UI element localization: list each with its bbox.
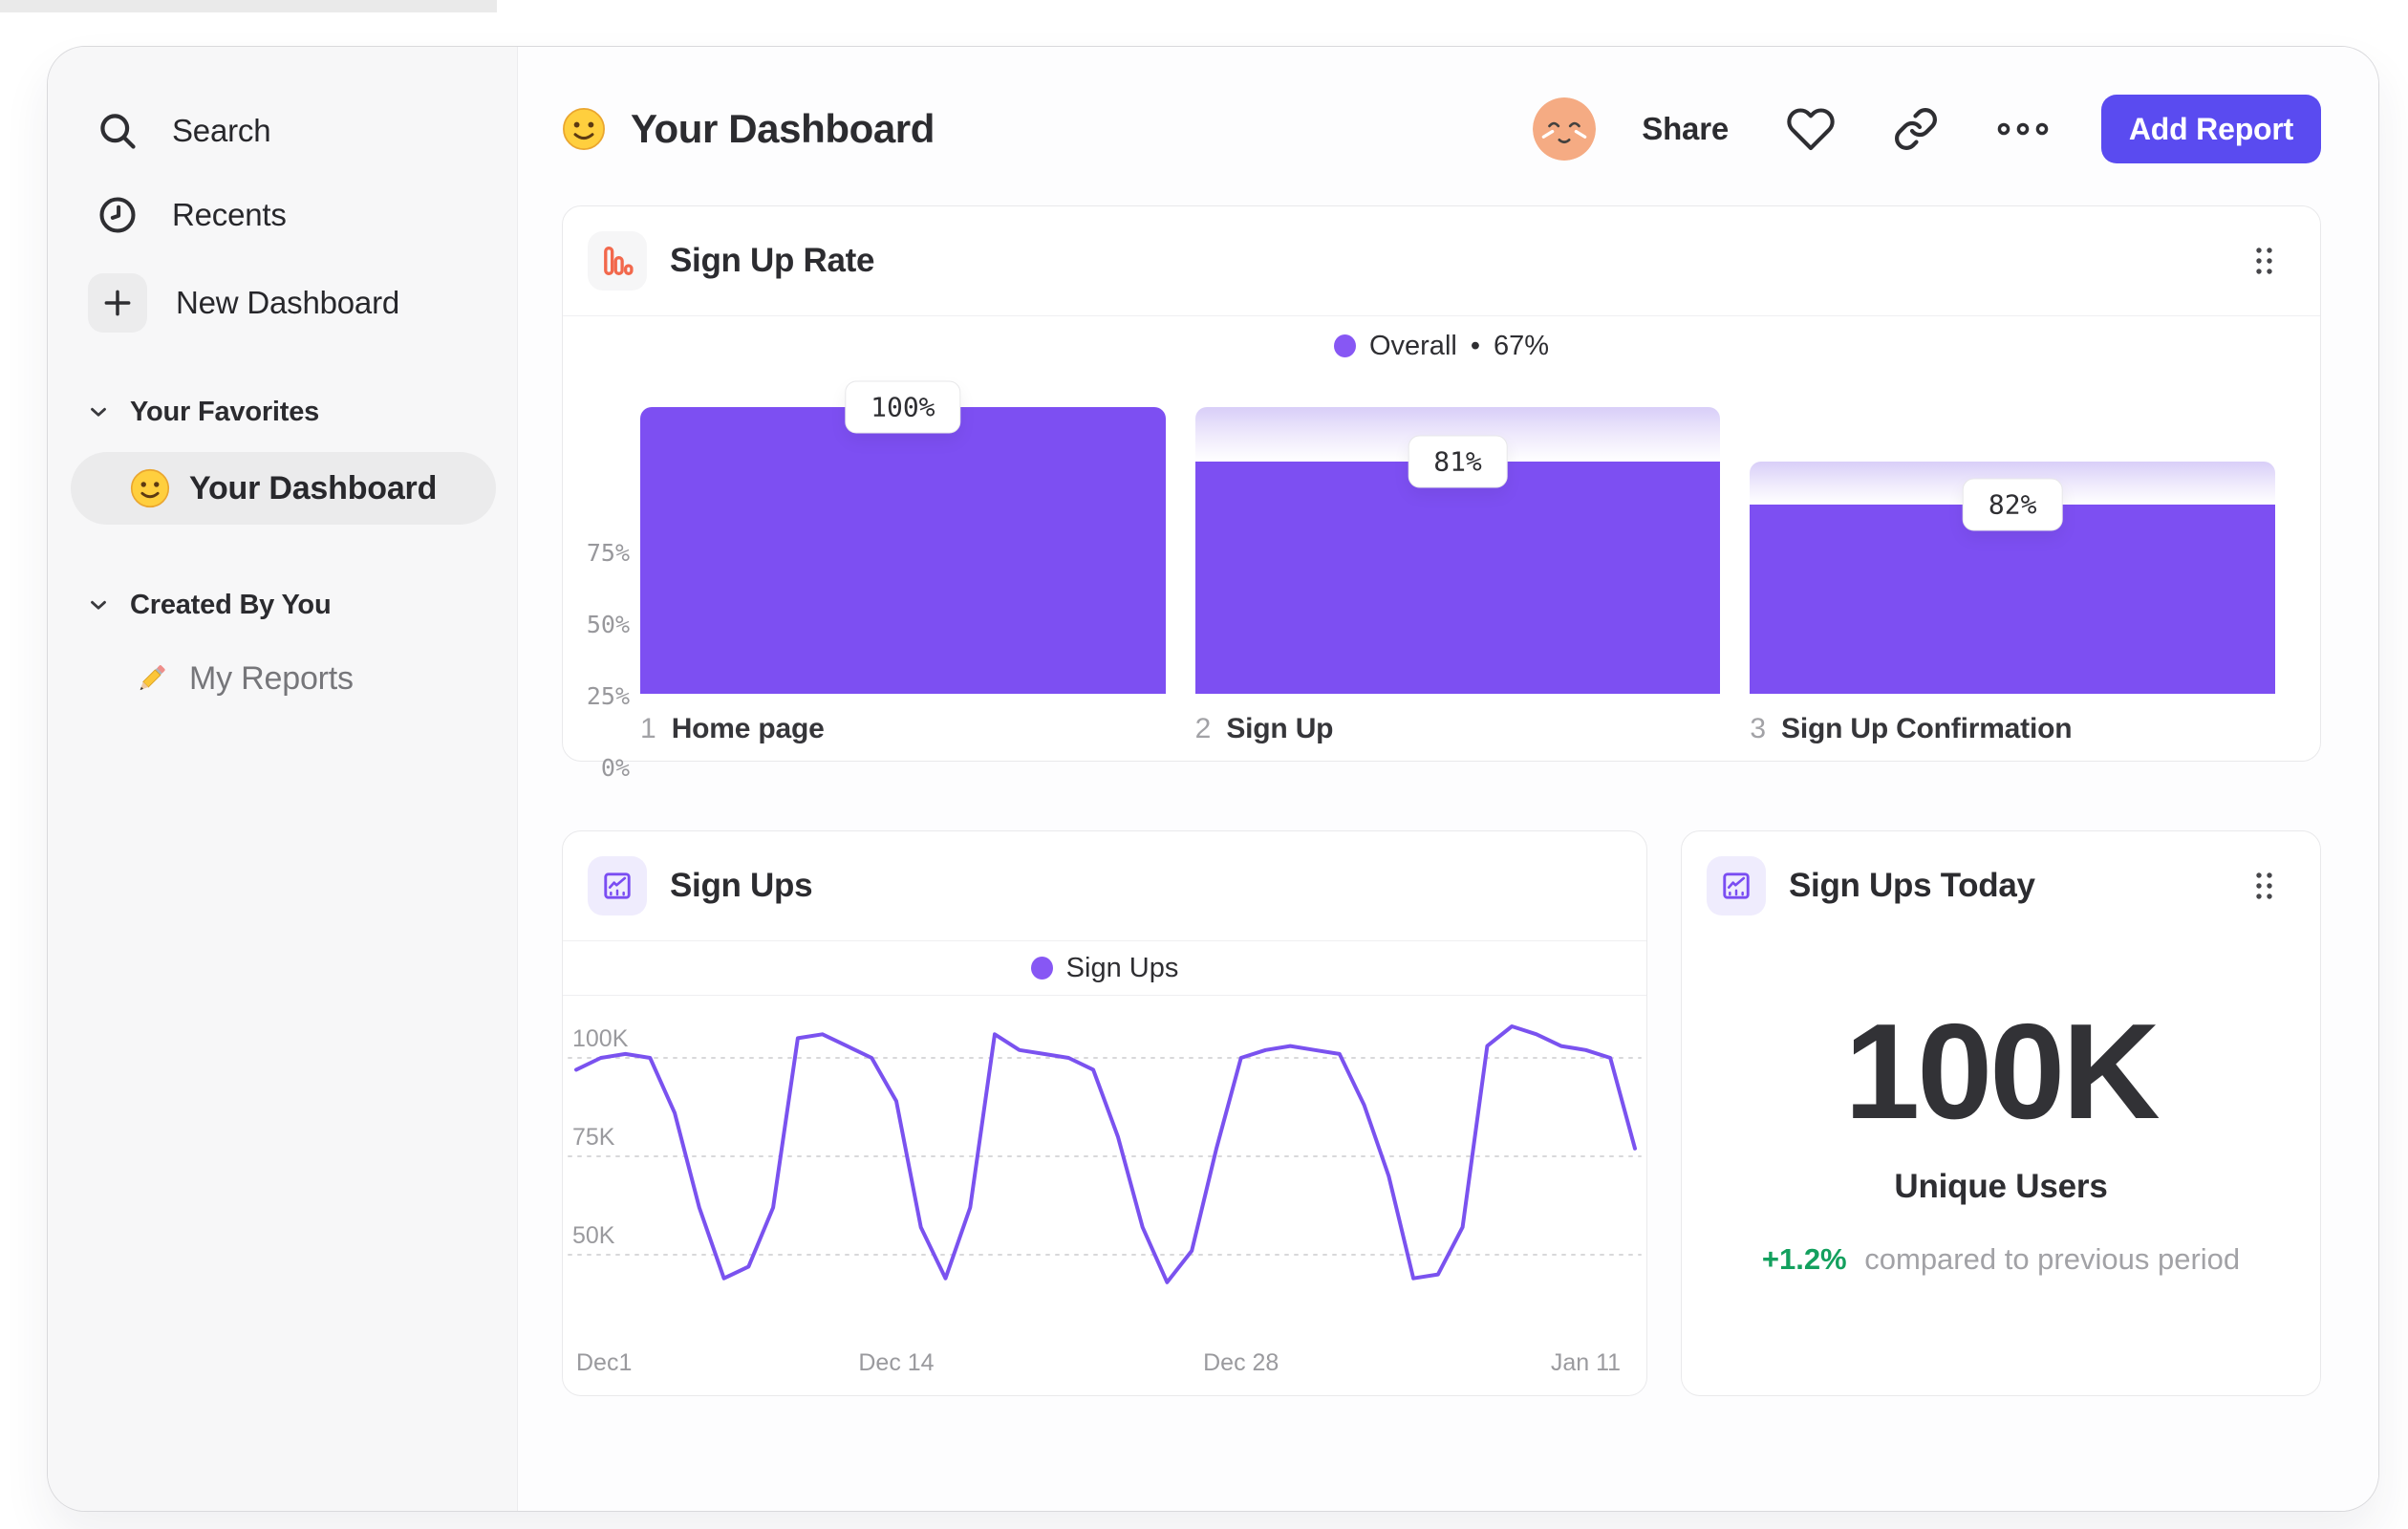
legend-value: 67% xyxy=(1493,330,1550,361)
sidebar-item-label: Your Dashboard xyxy=(189,469,438,506)
sidebar: Search Recents New Dashboard Your Favori… xyxy=(48,47,518,1511)
step-number: 3 xyxy=(1750,713,1767,744)
funnel-bar-2[interactable]: 81% xyxy=(1194,407,1721,694)
conversion-tooltip: 100% xyxy=(845,380,961,434)
card-header: Sign Up Rate xyxy=(563,206,2320,316)
funnel-step-label: 3 Sign Up Confirmation xyxy=(1750,713,2275,745)
y-axis-tick: 75% xyxy=(586,539,630,568)
card-title: Sign Ups Today xyxy=(1789,867,2035,904)
add-report-button[interactable]: Add Report xyxy=(2101,95,2321,163)
sidebar-section-created-by-you[interactable]: Created By You xyxy=(48,584,517,626)
funnel-legend: Overall • 67% xyxy=(563,316,2320,376)
pencil-emoji xyxy=(132,659,170,698)
share-button[interactable]: Share xyxy=(1642,111,1729,147)
card-title: Sign Up Rate xyxy=(670,242,875,279)
sidebar-item-recents[interactable]: Recents xyxy=(48,173,517,257)
funnel-y-axis: 75% 50% 25% 0% xyxy=(576,484,630,782)
legend-dot xyxy=(1030,957,1053,980)
sidebar-item-your-dashboard[interactable]: Your Dashboard xyxy=(71,452,496,525)
sidebar-item-label: My Reports xyxy=(189,659,354,697)
section-title: Your Favorites xyxy=(130,396,320,427)
sign-ups-line-series xyxy=(574,1024,1637,1284)
y-axis-tick: 25% xyxy=(586,682,630,711)
step-number: 1 xyxy=(640,713,656,744)
funnel-bar-fill xyxy=(1194,462,1721,694)
line-plot: 100K 75K 50K xyxy=(563,994,1646,1330)
page-header: Your Dashboard Share Add Report xyxy=(562,47,2321,205)
step-name: Sign Up Confirmation xyxy=(1781,713,2073,744)
x-axis-tick: Jan 11 xyxy=(1550,1349,1622,1376)
step-name: Home page xyxy=(671,713,825,744)
delta-note: compared to previous period xyxy=(1864,1242,2241,1276)
funnel-bar-fill xyxy=(640,407,1166,694)
step-name: Sign Up xyxy=(1226,713,1334,744)
x-axis-tick: Dec 28 xyxy=(1203,1349,1279,1376)
metric-subtitle: Unique Users xyxy=(1894,1168,2108,1205)
main-content: Your Dashboard Share Add Report Sign Up … xyxy=(518,47,2378,1511)
legend-separator: • xyxy=(1470,330,1480,361)
clock-icon xyxy=(92,189,143,241)
drag-handle-icon[interactable] xyxy=(2247,864,2282,908)
sidebar-item-label: Search xyxy=(172,113,271,148)
line-chart-icon xyxy=(1707,856,1766,915)
funnel-bar-3[interactable]: 82% xyxy=(1750,407,2276,694)
card-sign-ups-today: Sign Ups Today 100K Unique Users +1.2% c… xyxy=(1681,830,2321,1396)
legend-label: Sign Ups xyxy=(1065,952,1179,983)
page-title-text: Your Dashboard xyxy=(631,106,935,151)
funnel-bar-fill xyxy=(1750,505,2276,694)
funnel-bars: 100% 81% 82% xyxy=(640,380,2276,694)
sidebar-item-label: New Dashboard xyxy=(176,285,400,320)
funnel-step-label: 1 Home page xyxy=(640,713,1166,745)
line-chart-svg xyxy=(568,1024,1642,1284)
funnel-step-label: 2 Sign Up xyxy=(1195,713,1721,745)
header-actions: Share Add Report xyxy=(1533,95,2321,163)
plus-icon xyxy=(88,273,147,333)
chevron-down-icon xyxy=(86,399,111,424)
card-header: Sign Ups Today xyxy=(1682,831,2320,940)
y-axis-tick: 0% xyxy=(600,754,630,783)
metric-delta: +1.2% compared to previous period xyxy=(1682,1242,2320,1277)
line-chart-icon xyxy=(588,856,647,915)
chevron-down-icon xyxy=(86,592,111,617)
drag-handle-icon[interactable] xyxy=(2247,239,2282,283)
smiley-emoji xyxy=(562,107,606,151)
funnel-bar-1[interactable]: 100% xyxy=(640,380,1166,694)
avatar[interactable] xyxy=(1533,97,1597,161)
conversion-tooltip: 81% xyxy=(1408,435,1508,488)
sidebar-item-my-reports[interactable]: My Reports xyxy=(48,642,517,715)
y-axis-tick: 50% xyxy=(586,611,630,639)
top-edge-strip xyxy=(0,0,497,12)
card-header: Sign Ups xyxy=(563,831,1646,941)
search-icon xyxy=(92,105,143,157)
link-icon[interactable] xyxy=(1893,106,1939,152)
legend-label: Overall xyxy=(1368,330,1457,361)
card-sign-ups: Sign Ups Sign Ups 100K 75K 50K Dec1 Dec 14 D… xyxy=(562,830,1647,1396)
sidebar-section-your-favorites[interactable]: Your Favorites xyxy=(48,391,517,433)
sidebar-item-label: Recents xyxy=(172,197,287,232)
x-axis-tick: Dec1 xyxy=(576,1349,633,1376)
conversion-tooltip: 82% xyxy=(1962,478,2063,531)
step-number: 2 xyxy=(1194,713,1212,744)
x-axis-tick: Dec 14 xyxy=(858,1349,935,1376)
metric-value: 100K xyxy=(1844,996,2160,1148)
smiley-emoji xyxy=(130,468,170,508)
heart-icon[interactable] xyxy=(1786,104,1836,154)
card-title: Sign Ups xyxy=(670,867,813,904)
card-sign-up-rate: Sign Up Rate Overall • 67% 75% 50% 25% 0% 1… xyxy=(562,205,2321,782)
sidebar-item-search[interactable]: Search xyxy=(48,89,517,173)
delta-percent: +1.2% xyxy=(1761,1242,1847,1276)
funnel-step-labels: 1 Home page 2 Sign Up 3 Sign Up Confirmation xyxy=(640,713,2275,745)
sidebar-item-new-dashboard[interactable]: New Dashboard xyxy=(48,257,517,349)
page-title: Your Dashboard xyxy=(562,106,935,152)
cards-row: Sign Ups Sign Ups 100K 75K 50K Dec1 Dec 14 D… xyxy=(562,830,2321,1396)
section-title: Created By You xyxy=(130,589,332,620)
funnel-chart-icon xyxy=(588,231,647,291)
line-legend: Sign Ups xyxy=(563,941,1646,996)
more-options-icon[interactable] xyxy=(1996,112,2050,146)
app-window: Search Recents New Dashboard Your Favori… xyxy=(47,46,2379,1512)
legend-dot xyxy=(1333,334,1356,357)
